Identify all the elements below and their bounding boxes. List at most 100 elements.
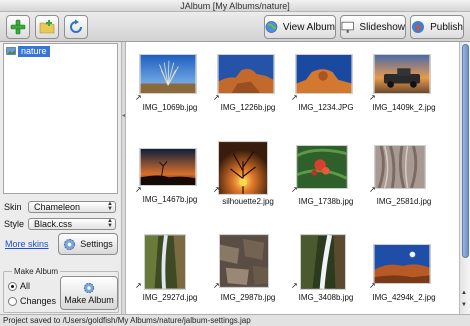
scrollbar-thumb[interactable] (462, 44, 469, 258)
image-thumbnail (296, 145, 348, 189)
refresh-icon (70, 19, 82, 33)
thumbnail-caption: IMG_1738b.jpg (298, 197, 354, 206)
tree-item-label: nature (18, 45, 50, 57)
image-thumbnail (218, 141, 268, 195)
settings-button[interactable]: Settings (58, 233, 118, 255)
thumbnail-caption: IMG_1226b.jpg (220, 103, 276, 112)
radio-all-label: All (20, 281, 31, 291)
thumbnail-grid[interactable]: ↗ IMG_1069b.jpg ↗ IMG_1226b.jpg ↗ IMG_12… (126, 42, 459, 314)
tree-item-nature[interactable]: nature (6, 45, 50, 57)
style-select[interactable]: Black.css ▲ ▼ (28, 218, 116, 230)
thumbnail-item[interactable]: ↗ IMG_1069b.jpg (131, 50, 209, 150)
make-album-button[interactable]: Make Album (60, 276, 118, 310)
globe-icon (265, 21, 278, 33)
thumbnail-caption: IMG_1409k_2.jpg (372, 103, 436, 112)
alias-arrow-icon: ↗ (291, 185, 298, 194)
image-thumbnail (139, 148, 197, 186)
publish-button[interactable]: Publish (410, 15, 464, 39)
alias-arrow-icon: ↗ (369, 281, 376, 290)
view-album-label: View Album (282, 21, 335, 33)
radio-all[interactable]: All (8, 281, 30, 291)
thumbnail-caption: IMG_4294k_2.jpg (372, 293, 436, 302)
make-album-button-label: Make Album (64, 294, 114, 305)
publish-icon (412, 21, 425, 33)
left-panel: nature Skin Chameleon ▲ ▼ Style Black.css… (0, 42, 121, 314)
view-album-button[interactable]: View Album (264, 15, 336, 39)
select-arrows-icon: ▲ ▼ (107, 201, 113, 212)
splitter-grip-icon: ◂ (122, 113, 126, 119)
alias-arrow-icon: ↗ (213, 281, 220, 290)
slideshow-button[interactable]: Slideshow (340, 15, 406, 39)
thumbnail-item[interactable]: ↗ IMG_1226b.jpg (209, 50, 287, 150)
slideshow-label: Slideshow (359, 21, 405, 33)
add-images-button[interactable] (6, 15, 30, 39)
skin-label: Skin (4, 202, 22, 212)
thumbnail-item[interactable]: ↗ IMG_4294k_2.jpg (365, 232, 443, 314)
thumbnail-item[interactable]: ↗ IMG_3408b.jpg (287, 232, 365, 314)
refresh-button[interactable] (64, 15, 88, 39)
skin-select[interactable]: Chameleon ▲ ▼ (28, 201, 116, 213)
image-thumbnail (217, 54, 275, 94)
thumbnail-item[interactable]: ↗ IMG_2581d.jpg (365, 140, 443, 240)
thumbnail-caption: silhouette2.jpg (222, 197, 274, 206)
scroll-down-icon[interactable]: ▼ (461, 302, 467, 308)
alias-arrow-icon: ↗ (369, 93, 376, 102)
thumbnail-caption: IMG_2987b.jpg (220, 293, 276, 302)
thumbnail-caption: IMG_2927d.jpg (142, 293, 198, 302)
thumbnail-item[interactable]: ↗ IMG_1234.JPG (287, 50, 365, 150)
image-thumbnail (373, 54, 431, 94)
thumbnail-caption: IMG_1234.JPG (298, 103, 354, 112)
radio-changes-indicator (8, 296, 17, 306)
thumbnail-item[interactable]: ↗ IMG_2927d.jpg (131, 232, 209, 314)
image-thumbnail (139, 54, 197, 94)
image-thumbnail (219, 234, 269, 288)
radio-changes[interactable]: Changes (8, 296, 56, 306)
alias-arrow-icon: ↗ (213, 185, 220, 194)
status-bar: Project saved to /Users/goldfish/My Albu… (0, 314, 470, 326)
alias-arrow-icon: ↗ (291, 281, 298, 290)
image-thumbnail (144, 234, 186, 290)
settings-button-label: Settings (80, 239, 113, 249)
alias-arrow-icon: ↗ (213, 93, 220, 102)
new-folder-icon (39, 20, 55, 34)
gear-icon (83, 282, 95, 293)
alias-arrow-icon: ↗ (135, 185, 142, 194)
alias-arrow-icon: ↗ (291, 93, 298, 102)
new-folder-button[interactable] (35, 15, 59, 39)
thumbnail-item[interactable]: ↗ IMG_1409k_2.jpg (365, 50, 443, 150)
alias-arrow-icon: ↗ (135, 93, 142, 102)
thumbnail-caption: IMG_1069b.jpg (142, 103, 198, 112)
thumbnail-item[interactable]: ↗ IMG_1467b.jpg (131, 140, 209, 240)
thumbnail-caption: IMG_2581d.jpg (376, 197, 432, 206)
gear-icon (64, 238, 76, 250)
image-thumbnail (300, 234, 346, 290)
image-thumbnail (374, 145, 426, 189)
select-arrows-icon: ▲ ▼ (107, 218, 113, 229)
alias-arrow-icon: ↗ (135, 281, 142, 290)
image-thumbnail (295, 54, 353, 94)
publish-label: Publish (430, 21, 463, 33)
alias-arrow-icon: ↗ (369, 185, 376, 194)
radio-changes-label: Changes (20, 296, 57, 306)
thumbnail-caption: IMG_1467b.jpg (142, 195, 198, 204)
thumbnail-item[interactable]: ↗ IMG_1738b.jpg (287, 140, 365, 240)
skin-select-value: Chameleon (34, 202, 81, 212)
image-thumbnail (373, 244, 431, 284)
slideshow-icon (341, 21, 354, 33)
radio-all-indicator (8, 281, 17, 291)
style-select-value: Black.css (34, 219, 73, 229)
scroll-up-icon[interactable]: ▲ (461, 290, 467, 296)
make-album-group-title: Make Album (12, 267, 61, 276)
thumbnail-caption: IMG_3408b.jpg (298, 293, 354, 302)
add-icon (10, 19, 26, 35)
window-title: JAlbum [My Albums/nature] (0, 0, 470, 12)
thumbnail-item[interactable]: ↗ silhouette2.jpg (209, 140, 287, 240)
toolbar: View Album Slideshow Publish (0, 12, 470, 42)
thumbnail-item[interactable]: ↗ IMG_2987b.jpg (209, 232, 287, 314)
folder-tree[interactable]: nature (3, 43, 118, 194)
more-skins-link[interactable]: More skins (5, 239, 49, 249)
make-album-group: Make Album All Changes Make Album (3, 267, 119, 313)
style-label: Style (4, 219, 25, 229)
vertical-scrollbar[interactable]: ▲ ▼ (459, 42, 470, 314)
album-folder-icon (6, 47, 16, 55)
